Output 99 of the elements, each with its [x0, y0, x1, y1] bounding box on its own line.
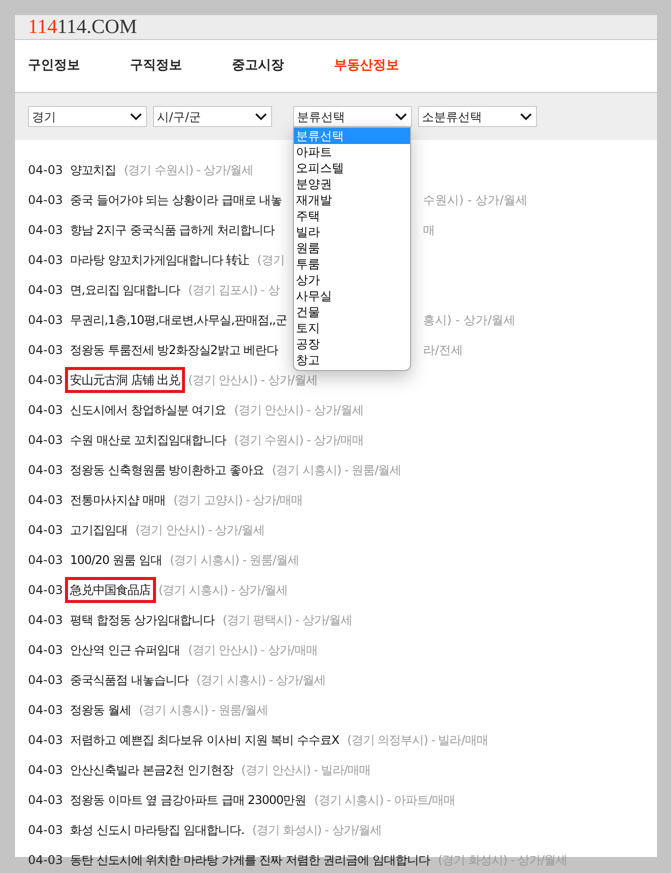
select-field[interactable]: 분류선택 — [293, 106, 412, 127]
dropdown-option[interactable]: 오피스텔 — [294, 160, 410, 176]
listing-title[interactable]: 저렴하고 예쁜집 최다보유 이사비 지원 복비 수수료X — [65, 727, 344, 753]
dropdown-option[interactable]: 원룸 — [294, 240, 410, 256]
listing-title[interactable]: 안산역 인근 슈퍼임대 — [65, 637, 186, 663]
listing-date: 04-03 — [28, 582, 64, 599]
listing-location: (경기 고양시) - 상가/매매 — [173, 492, 303, 509]
listing-date: 04-03 — [28, 702, 64, 719]
listing-title[interactable]: 정왕동 신축형원룸 방이환하고 좋아요 — [65, 457, 269, 483]
listing-location: (경기 시흥시) - 원룸/월세 — [272, 462, 402, 479]
dropdown-option[interactable]: 공장 — [294, 336, 410, 352]
nav-tab[interactable]: 부동산정보 — [334, 56, 436, 76]
chevron-down-icon — [254, 112, 268, 122]
listing-title[interactable]: 무권리,1층,10평,대로변,사무실,판매점,,군 — [65, 307, 292, 333]
listing-title[interactable]: 정왕동 투룸전세 방2화장실2밝고 베란다 — [65, 337, 284, 363]
chevron-down-icon — [519, 112, 533, 122]
listing-title[interactable]: 중국 들어가야 되는 상황이라 급매로 내놓 — [65, 187, 288, 213]
nav-tab[interactable]: 중고시장 — [232, 56, 334, 76]
listing-date: 04-03 — [28, 552, 64, 569]
listing-title[interactable]: 100/20 원룸 임대 — [65, 547, 167, 573]
listing-title[interactable]: 정왕동 월세 — [65, 697, 136, 723]
site-logo[interactable]: 114114.COM — [28, 17, 138, 37]
listing-date: 04-03 — [28, 522, 64, 539]
listing-date: 04-03 — [28, 822, 64, 839]
listing-title[interactable]: 고기집임대 — [65, 517, 132, 543]
chevron-down-icon — [394, 112, 408, 122]
listing-date: 04-03 — [28, 372, 64, 389]
dropdown-option[interactable]: 토지 — [294, 320, 410, 336]
select-field[interactable]: 소분류선택 — [418, 106, 537, 127]
listing-location: 수원시) - 상가/월세 — [423, 192, 528, 209]
listing-title[interactable]: 마라탕 양꼬치가게임대합니다 转让 — [65, 247, 254, 273]
listing-location: (경기 평택시) - 상가/월세 — [222, 612, 352, 629]
listing-location: (경기 시흥시) - 상가/월세 — [196, 672, 326, 689]
dropdown-option[interactable]: 사무실 — [294, 288, 410, 304]
listing-title[interactable]: 安山元古洞 店铺 出兑 — [65, 367, 186, 393]
listing-location: (경기 의정부시) - 빌라/매매 — [347, 732, 488, 749]
chevron-down-icon — [129, 112, 143, 122]
listing-location: (경기 시흥시) - 아파트/매매 — [314, 792, 455, 809]
listing-location: (경기 안산시) - 상가/월세 — [136, 522, 265, 539]
listing-date: 04-03 — [28, 312, 64, 329]
listing-date: 04-03 — [28, 732, 64, 749]
select-field[interactable]: 시/구/군 — [153, 106, 272, 127]
dropdown-option[interactable]: 투룸 — [294, 256, 410, 272]
listing-date: 04-03 — [28, 672, 64, 689]
listing-date: 04-03 — [28, 612, 64, 629]
listing-title[interactable]: 정왕동 이마트 옆 금강아파트 급매 23000만원 — [65, 787, 312, 813]
listing-date: 04-03 — [28, 252, 64, 269]
listing-location: (경기 수원시) - 상가/매매 — [234, 432, 364, 449]
listing-location: 매 — [423, 222, 435, 239]
dropdown-option[interactable]: 건물 — [294, 304, 410, 320]
listing-title[interactable]: 양꼬치집 — [65, 157, 121, 183]
listing-date: 04-03 — [28, 852, 64, 869]
dropdown-option[interactable]: 빌라 — [294, 224, 410, 240]
listing-location: (경기 안산시) - 상가/월세 — [234, 402, 364, 419]
listing-location: 라/전세 — [423, 342, 464, 359]
listing-location: (경기 시흥시) - 상가/월세 — [158, 582, 288, 599]
listing-title[interactable]: 면,요리집 임대합니다 — [65, 277, 186, 303]
listing-date: 04-03 — [28, 192, 64, 209]
listing-date: 04-03 — [28, 762, 64, 779]
listing-location: (경기 안산시) - 상가/월세 — [188, 372, 318, 389]
listing-date: 04-03 — [28, 222, 64, 239]
listing-location: (경기 안산시) - 상가/매매 — [188, 642, 318, 659]
listing-location: (경기 김포시) - 상 — [188, 282, 280, 299]
dropdown-option[interactable]: 상가 — [294, 272, 410, 288]
nav-tab[interactable]: 구직정보 — [130, 56, 232, 76]
listing-location: (경기 시흥시) - 원룸/월세 — [138, 702, 268, 719]
listing-location: (경기 화성시) - 상가/월세 — [438, 852, 568, 869]
listing-title[interactable]: 중국식품점 내놓습니다 — [65, 667, 194, 693]
listing-date: 04-03 — [28, 492, 64, 509]
listing-location: (경기 — [257, 252, 284, 269]
dropdown-option[interactable]: 재개발 — [294, 192, 410, 208]
listing-date: 04-03 — [28, 282, 64, 299]
listing-date: 04-03 — [28, 342, 64, 359]
dropdown-option[interactable]: 창고 — [294, 352, 410, 368]
dropdown-option[interactable]: 아파트 — [294, 144, 410, 160]
listing-title[interactable]: 전통마사지샵 매매 — [65, 487, 170, 513]
listing-location: 흥시) - 상가/월세 — [423, 312, 516, 329]
listing-date: 04-03 — [28, 792, 64, 809]
listing-title[interactable]: 수원 매산로 꼬치집임대합니다 — [65, 427, 232, 453]
listing-title[interactable]: 신도시에서 창업하실분 여기요 — [65, 397, 232, 423]
listing-location: (경기 안산시) - 빌라/매매 — [241, 762, 370, 779]
listing-title[interactable]: 急兑中国食品店 — [65, 577, 156, 603]
listing-title[interactable]: 평택 합정동 상가임대합니다 — [65, 607, 220, 633]
listing-location: (경기 화성시) - 상가/월세 — [252, 822, 382, 839]
listing-location: (경기 수원시) - 상가/월세 — [124, 162, 254, 179]
listing-date: 04-03 — [28, 402, 64, 419]
listing-date: 04-03 — [28, 462, 64, 479]
dropdown-option[interactable]: 주택 — [294, 208, 410, 224]
select-field[interactable]: 경기 — [28, 106, 147, 127]
listing-title[interactable]: 향남 2지구 중국식품 급하게 처리합니다 — [65, 217, 280, 243]
listing-date: 04-03 — [28, 162, 64, 179]
dropdown-option[interactable]: 분양권 — [294, 176, 410, 192]
listing-location: (경기 시흥시) - 원룸/월세 — [170, 552, 300, 569]
listing-title[interactable]: 동탄 신도시에 위치한 마라탕 가게를 진짜 저렴한 권리금에 임대합니다 — [65, 847, 436, 873]
listing-date: 04-03 — [28, 642, 64, 659]
listing-title[interactable]: 화성 신도시 마라탕집 임대합니다. — [65, 817, 250, 843]
listing-title[interactable]: 안산신축빌라 본금2천 인기현장 — [65, 757, 238, 783]
listing-date: 04-03 — [28, 432, 64, 449]
nav-tab[interactable]: 구인정보 — [28, 56, 130, 76]
